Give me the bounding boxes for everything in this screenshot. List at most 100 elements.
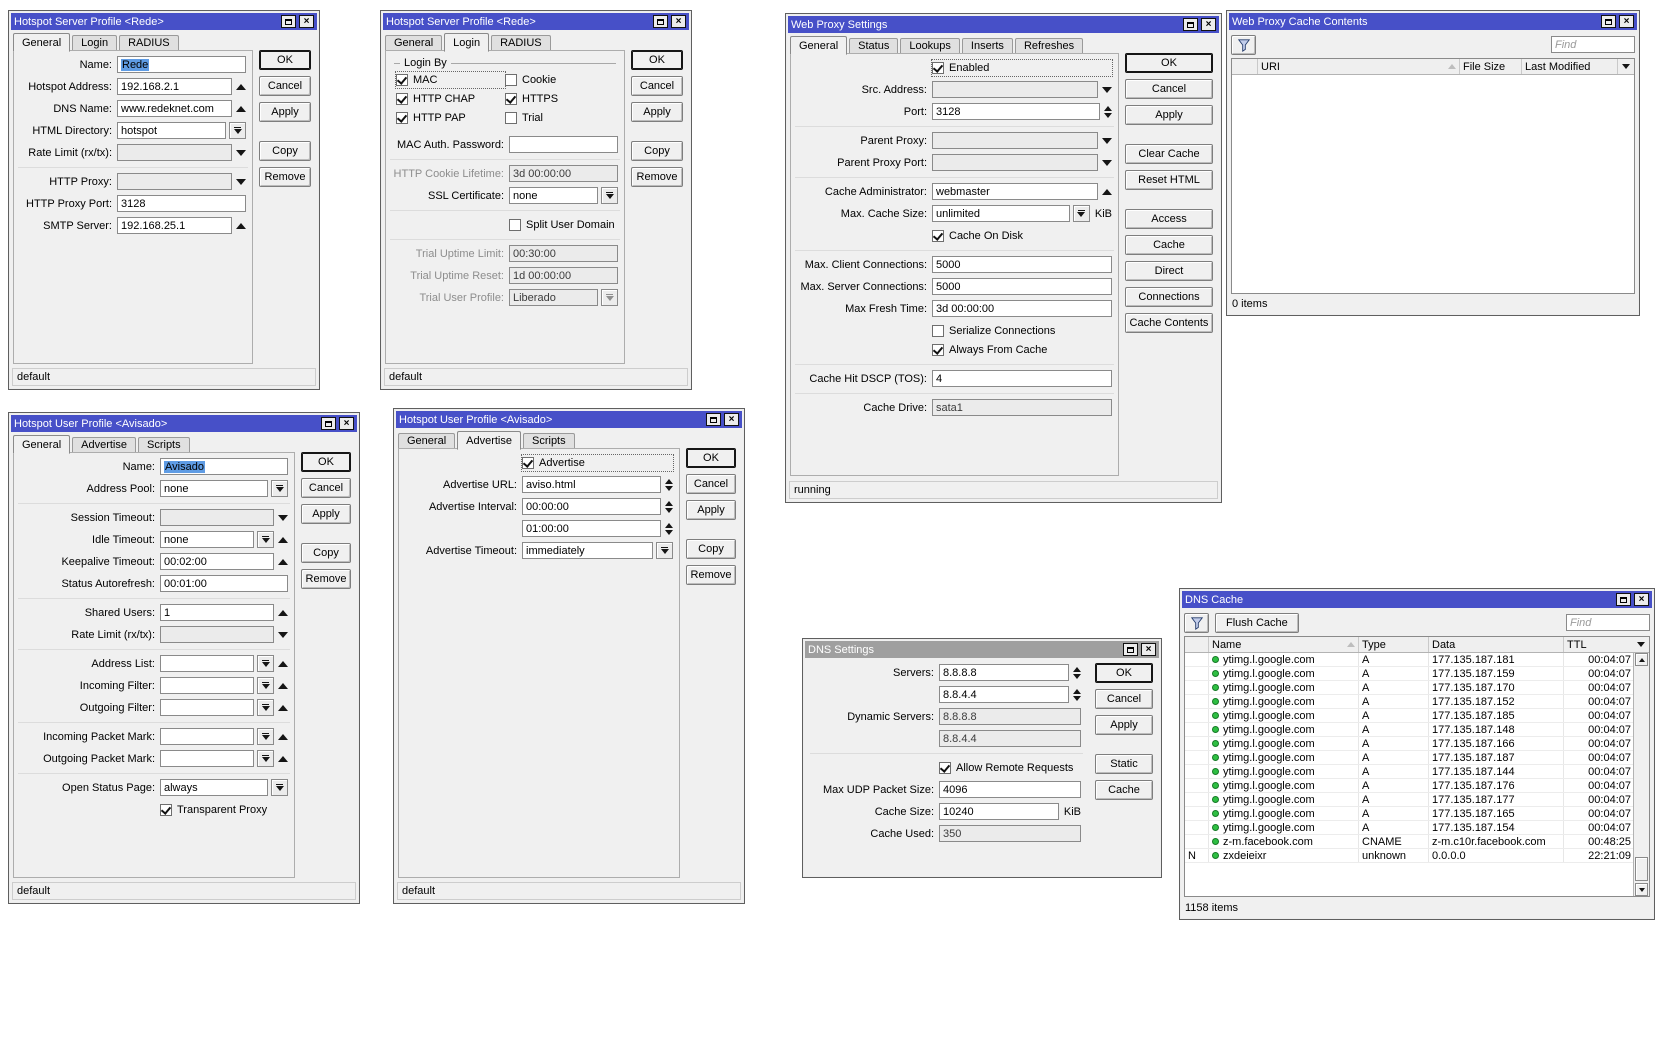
table-row[interactable]: ytimg.l.google.com A 177.135.187.152 00:04:… xyxy=(1185,695,1634,709)
checkbox-https[interactable]: HTTPS xyxy=(505,91,614,107)
flush-cache-button[interactable]: Flush Cache xyxy=(1215,612,1299,633)
dropdown-button[interactable] xyxy=(257,531,274,548)
copy-button[interactable]: Copy xyxy=(631,141,683,161)
cancel-button[interactable]: Cancel xyxy=(1095,689,1153,709)
trial-uptime-limit-input[interactable]: 00:30:00 xyxy=(509,245,618,262)
dropdown-button[interactable] xyxy=(257,655,274,672)
table-row[interactable]: ytimg.l.google.com A 177.135.187.144 00:04:… xyxy=(1185,765,1634,779)
parent-proxy-input[interactable] xyxy=(932,132,1098,149)
advertise-interval-input[interactable]: 00:00:00 xyxy=(522,498,661,515)
dropdown-button[interactable] xyxy=(257,750,274,767)
dropdown-button[interactable] xyxy=(257,677,274,694)
tab-general[interactable]: General xyxy=(790,36,848,55)
checkbox-http-pap[interactable]: HTTP PAP xyxy=(396,110,505,126)
parent-proxy-port-input[interactable] xyxy=(932,154,1098,171)
dropdown-button[interactable] xyxy=(257,699,274,716)
column-header-flags[interactable] xyxy=(1232,59,1258,74)
up-arrow-icon[interactable] xyxy=(236,105,246,112)
maximize-button[interactable] xyxy=(1601,15,1616,28)
dropdown-button[interactable] xyxy=(656,542,673,559)
cache-contents-button[interactable]: Cache Contents xyxy=(1125,313,1213,333)
find-input[interactable] xyxy=(1566,614,1650,631)
remove-button[interactable]: Remove xyxy=(686,565,736,585)
max-client-connections-input[interactable]: 5000 xyxy=(932,256,1112,273)
filter-button[interactable] xyxy=(1184,612,1209,633)
titlebar[interactable]: Hotspot Server Profile <Rede> × xyxy=(383,13,689,30)
table-row[interactable]: ytimg.l.google.com A 177.135.187.166 00:04:… xyxy=(1185,737,1634,751)
spinner-control[interactable] xyxy=(665,478,673,491)
dropdown-button[interactable] xyxy=(257,728,274,745)
static-button[interactable]: Static xyxy=(1095,754,1153,774)
trial-uptime-reset-input[interactable]: 1d 00:00:00 xyxy=(509,267,618,284)
up-arrow-icon[interactable] xyxy=(236,222,246,229)
up-arrow-icon[interactable] xyxy=(278,536,288,543)
hotspot-address-input[interactable]: 192.168.2.1 xyxy=(117,78,232,95)
copy-button[interactable]: Copy xyxy=(259,141,311,161)
dropdown-button[interactable] xyxy=(601,289,618,306)
outgoing-filter-input[interactable] xyxy=(160,699,254,716)
direct-button[interactable]: Direct xyxy=(1125,261,1213,281)
cancel-button[interactable]: Cancel xyxy=(631,76,683,96)
spinner-control[interactable] xyxy=(1073,688,1081,701)
up-arrow-icon[interactable] xyxy=(278,558,288,565)
maximize-button[interactable] xyxy=(321,417,336,430)
tab-refreshes[interactable]: Refreshes xyxy=(1014,38,1084,54)
http-cookie-lifetime-input[interactable]: 3d 00:00:00 xyxy=(509,165,618,182)
cancel-button[interactable]: Cancel xyxy=(259,76,311,96)
copy-button[interactable]: Copy xyxy=(301,543,351,563)
close-button[interactable]: × xyxy=(724,413,739,426)
apply-button[interactable]: Apply xyxy=(259,102,311,122)
spinner-control[interactable] xyxy=(1104,105,1112,118)
dropdown-button[interactable] xyxy=(1072,205,1090,222)
tab-inserts[interactable]: Inserts xyxy=(961,38,1013,54)
advertise-timeout-input[interactable]: immediately xyxy=(522,542,653,559)
table-row[interactable]: ytimg.l.google.com A 177.135.187.187 00:04:… xyxy=(1185,751,1634,765)
checkbox-always-from-cache[interactable]: Always From Cache xyxy=(932,342,1047,358)
dropdown-button[interactable] xyxy=(271,779,288,796)
rate-limit-input[interactable] xyxy=(160,626,274,643)
titlebar[interactable]: DNS Cache × xyxy=(1182,591,1652,608)
up-arrow-icon[interactable] xyxy=(278,755,288,762)
http-proxy-input[interactable] xyxy=(117,173,232,190)
tab-lookups[interactable]: Lookups xyxy=(900,38,960,54)
advertise-url-input[interactable]: aviso.html xyxy=(522,476,661,493)
open-status-page-input[interactable]: always xyxy=(160,779,268,796)
tab-login[interactable]: Login xyxy=(444,33,490,52)
tab-general[interactable]: General xyxy=(13,435,71,454)
down-arrow-icon[interactable] xyxy=(1102,137,1112,144)
ssl-certificate-input[interactable]: none xyxy=(509,187,598,204)
tab-advertise[interactable]: Advertise xyxy=(457,431,521,450)
maximize-button[interactable] xyxy=(1123,643,1138,656)
column-header-uri[interactable]: URI xyxy=(1258,59,1460,74)
column-header-flags[interactable] xyxy=(1185,637,1209,652)
table-row[interactable]: ytimg.l.google.com A 177.135.187.176 00:04:… xyxy=(1185,779,1634,793)
ok-button[interactable]: OK xyxy=(259,50,311,70)
reset-html-button[interactable]: Reset HTML xyxy=(1125,170,1213,190)
scroll-up-button[interactable] xyxy=(1635,653,1648,666)
spinner-control[interactable] xyxy=(1073,666,1081,679)
tab-advertise[interactable]: Advertise xyxy=(72,437,136,453)
smtp-server-input[interactable]: 192.168.25.1 xyxy=(117,217,232,234)
up-arrow-icon[interactable] xyxy=(278,660,288,667)
name-input[interactable]: Rede xyxy=(117,56,246,73)
vertical-scrollbar[interactable] xyxy=(1633,653,1649,896)
trial-user-profile-input[interactable]: Liberado xyxy=(509,289,598,306)
find-input[interactable] xyxy=(1551,36,1635,53)
column-header-name[interactable]: Name xyxy=(1209,637,1359,652)
mac-auth-password-input[interactable] xyxy=(509,136,618,153)
name-input[interactable]: Avisado xyxy=(160,458,288,475)
address-list-input[interactable] xyxy=(160,655,254,672)
remove-button[interactable]: Remove xyxy=(259,167,311,187)
tab-scripts[interactable]: Scripts xyxy=(138,437,190,453)
tab-scripts[interactable]: Scripts xyxy=(523,433,575,449)
column-header-file-size[interactable]: File Size xyxy=(1460,59,1522,74)
rate-limit-input[interactable] xyxy=(117,144,232,161)
status-autorefresh-input[interactable]: 00:01:00 xyxy=(160,575,288,592)
up-arrow-icon[interactable] xyxy=(278,682,288,689)
table-row[interactable]: ytimg.l.google.com A 177.135.187.170 00:04:… xyxy=(1185,681,1634,695)
close-button[interactable]: × xyxy=(1141,643,1156,656)
checkbox-mac[interactable]: MAC xyxy=(395,71,506,89)
down-arrow-icon[interactable] xyxy=(236,149,246,156)
checkbox-split-user-domain[interactable]: Split User Domain xyxy=(509,217,615,233)
checkbox-http-chap[interactable]: HTTP CHAP xyxy=(396,91,505,107)
